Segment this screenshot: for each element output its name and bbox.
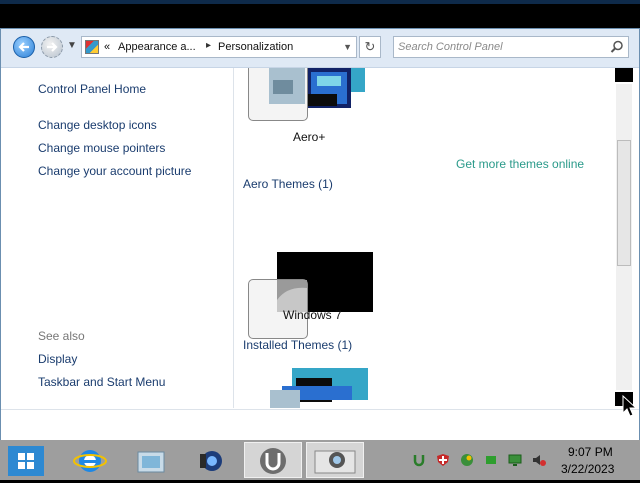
taskbar-utorrent[interactable] (244, 442, 302, 478)
left-task-pane: Control Panel Home Change desktop icons … (1, 68, 234, 408)
taskbar-media-app[interactable] (182, 442, 240, 478)
theme-aero-plus[interactable]: Aero+ (247, 68, 367, 158)
forward-arrow-icon (47, 42, 58, 52)
start-button[interactable] (8, 446, 44, 476)
mouse-cursor-icon (622, 395, 638, 417)
address-box[interactable]: « Appearance a... ▸ Personalization ▼ (81, 36, 357, 58)
aero-plus-thumbnail (248, 68, 308, 121)
clock-date[interactable]: 3/22/2023 (561, 462, 614, 476)
breadcrumb-appearance[interactable]: Appearance a... (118, 41, 196, 53)
status-bar (1, 409, 639, 440)
scroll-up-button[interactable] (615, 68, 633, 82)
breadcrumb-personalization[interactable]: Personalization (218, 41, 293, 53)
back-button[interactable] (13, 36, 35, 58)
taskbar-control-panel[interactable] (122, 442, 180, 478)
clock-time[interactable]: 9:07 PM (568, 445, 613, 459)
control-panel-app-icon (137, 451, 165, 473)
media-icon (200, 451, 222, 471)
recent-pages-chevron-icon[interactable]: ▼ (67, 40, 77, 51)
installed-themes-heading: Installed Themes (1) (243, 338, 353, 352)
tray-network-globe-icon[interactable] (460, 453, 474, 467)
change-account-picture-link[interactable]: Change your account picture (38, 164, 191, 178)
see-also-heading: See also (38, 329, 85, 343)
forward-button[interactable] (41, 36, 63, 58)
control-panel-window: ▼ « Appearance a... ▸ Personalization ▼ … (0, 28, 640, 440)
address-dropdown-icon[interactable]: ▼ (343, 42, 352, 52)
back-arrow-icon (18, 42, 29, 52)
search-icon[interactable] (610, 40, 624, 54)
utorrent-icon (260, 448, 286, 474)
change-desktop-icons-link[interactable]: Change desktop icons (38, 118, 157, 132)
aero-plus-thumbnail-image (269, 68, 305, 104)
search-placeholder: Search Control Panel (398, 41, 503, 53)
tray-utorrent-icon[interactable] (412, 453, 426, 467)
navigation-bar: ▼ « Appearance a... ▸ Personalization ▼ … (1, 29, 639, 68)
control-panel-icon (85, 40, 99, 54)
aero-themes-heading: Aero Themes (1) (243, 177, 333, 191)
window-top-edge (0, 0, 640, 4)
theme-gallery: Aero+ Get more themes online Aero Themes… (234, 68, 612, 408)
tray-shield-icon[interactable] (436, 453, 450, 467)
control-panel-home-link[interactable]: Control Panel Home (38, 82, 146, 96)
refresh-button[interactable]: ↻ (359, 36, 381, 58)
theme-windows-7-label: Windows 7 (283, 308, 342, 322)
tray-volume-muted-icon[interactable] (532, 453, 546, 467)
taskbar-start-menu-link[interactable]: Taskbar and Start Menu (38, 375, 165, 389)
taskbar (0, 440, 640, 480)
display-link[interactable]: Display (38, 352, 77, 366)
search-input[interactable]: Search Control Panel (393, 36, 629, 58)
tray-flag-icon[interactable] (484, 453, 498, 467)
installed-theme-preview-image[interactable] (270, 368, 380, 408)
scroll-thumb[interactable] (617, 140, 631, 266)
change-mouse-pointers-link[interactable]: Change mouse pointers (38, 141, 165, 155)
vertical-scrollbar[interactable] (612, 68, 638, 408)
taskbar-personalization[interactable] (306, 442, 364, 478)
taskbar-internet-explorer[interactable] (62, 442, 120, 478)
internet-explorer-icon (73, 450, 107, 472)
get-more-themes-online-link[interactable]: Get more themes online (456, 157, 584, 171)
start-icon (18, 453, 34, 469)
personalization-icon (314, 450, 356, 474)
theme-aero-plus-label: Aero+ (293, 130, 326, 144)
breadcrumb-separator[interactable]: ▸ (206, 40, 211, 51)
breadcrumb-overflow[interactable]: « (104, 41, 110, 53)
tray-monitor-icon[interactable] (508, 453, 522, 467)
